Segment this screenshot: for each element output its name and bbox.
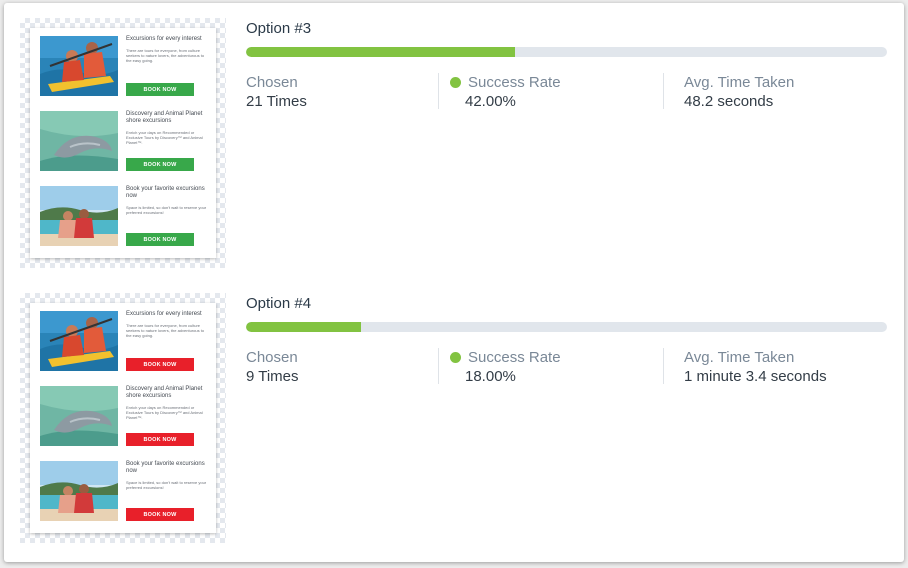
email-text: Book your favorite excursions now Space … — [126, 461, 210, 521]
avg-time-value: 1 minute 3.4 seconds — [684, 368, 827, 385]
stat-divider — [438, 73, 439, 109]
option-progress-fill — [246, 47, 516, 57]
book-now-button[interactable]: BOOK NOW — [126, 158, 194, 171]
dolphin-photo — [40, 386, 118, 446]
success-rate-label: Success Rate — [468, 74, 561, 91]
option-progress-fill — [246, 322, 362, 332]
chosen-label: Chosen — [246, 349, 298, 366]
email-row: Book your favorite excursions now Space … — [40, 186, 210, 246]
option-title: Option #4 — [246, 295, 312, 312]
stat-divider — [663, 348, 664, 384]
email-row: Excursions for every interest There are … — [40, 36, 210, 96]
kayak-photo — [40, 36, 118, 96]
email-row-title: Book your favorite excursions now — [126, 461, 205, 474]
book-now-button[interactable]: BOOK NOW — [126, 433, 194, 446]
stat-divider — [663, 73, 664, 109]
email-row-desc: Enrich your days on Recommended or Exclu… — [126, 405, 203, 420]
stat-divider — [438, 348, 439, 384]
book-now-button[interactable]: BOOK NOW — [126, 508, 194, 521]
option-3-thumbnail[interactable]: Excursions for every interest There are … — [20, 18, 226, 268]
avg-time-label: Avg. Time Taken — [684, 74, 795, 91]
email-row: Book your favorite excursions now Space … — [40, 461, 210, 521]
dolphin-photo — [40, 111, 118, 171]
book-now-button[interactable]: BOOK NOW — [126, 358, 194, 371]
email-row-desc: Enrich your days on Recommended or Exclu… — [126, 130, 203, 145]
option-progress-bar — [246, 322, 887, 332]
avg-time-value: 48.2 seconds — [684, 93, 774, 110]
email-row: Discovery and Animal Planet shore excurs… — [40, 111, 210, 171]
success-rate-label: Success Rate — [468, 349, 561, 366]
email-row-title: Book your favorite excursions now — [126, 186, 205, 199]
chosen-value: 21 Times — [246, 93, 307, 110]
email-preview: Excursions for every interest There are … — [30, 28, 216, 258]
avg-time-label: Avg. Time Taken — [684, 349, 795, 366]
email-row-title: Excursions for every interest — [126, 311, 202, 317]
email-row-desc: There are tours for everyone, from cultu… — [126, 323, 205, 338]
email-text: Excursions for every interest There are … — [126, 311, 210, 371]
beach-photo — [40, 186, 118, 246]
option-progress-bar — [246, 47, 887, 57]
email-row: Discovery and Animal Planet shore excurs… — [40, 386, 210, 446]
option-title: Option #3 — [246, 20, 312, 37]
email-preview: Excursions for every interest There are … — [30, 303, 216, 533]
email-text: Excursions for every interest There are … — [126, 36, 210, 96]
email-row-title: Excursions for every interest — [126, 36, 202, 42]
success-dot-icon — [450, 77, 461, 88]
success-rate-value: 18.00% — [465, 368, 516, 385]
success-rate-value: 42.00% — [465, 93, 516, 110]
success-dot-icon — [450, 352, 461, 363]
beach-photo — [40, 461, 118, 521]
email-row-desc: Space is limited, so don't wait to reser… — [126, 480, 207, 490]
email-row-desc: Space is limited, so don't wait to reser… — [126, 205, 207, 215]
email-text: Discovery and Animal Planet shore excurs… — [126, 386, 210, 446]
book-now-button[interactable]: BOOK NOW — [126, 233, 194, 246]
chosen-label: Chosen — [246, 74, 298, 91]
option-4-thumbnail[interactable]: Excursions for every interest There are … — [20, 293, 226, 543]
book-now-button[interactable]: BOOK NOW — [126, 83, 194, 96]
results-card: Excursions for every interest There are … — [4, 3, 904, 562]
kayak-photo — [40, 311, 118, 371]
email-row-title: Discovery and Animal Planet shore excurs… — [126, 386, 203, 399]
email-row: Excursions for every interest There are … — [40, 311, 210, 371]
email-text: Discovery and Animal Planet shore excurs… — [126, 111, 210, 171]
email-row-desc: There are tours for everyone, from cultu… — [126, 48, 205, 63]
email-text: Book your favorite excursions now Space … — [126, 186, 210, 246]
chosen-value: 9 Times — [246, 368, 299, 385]
email-row-title: Discovery and Animal Planet shore excurs… — [126, 111, 203, 124]
